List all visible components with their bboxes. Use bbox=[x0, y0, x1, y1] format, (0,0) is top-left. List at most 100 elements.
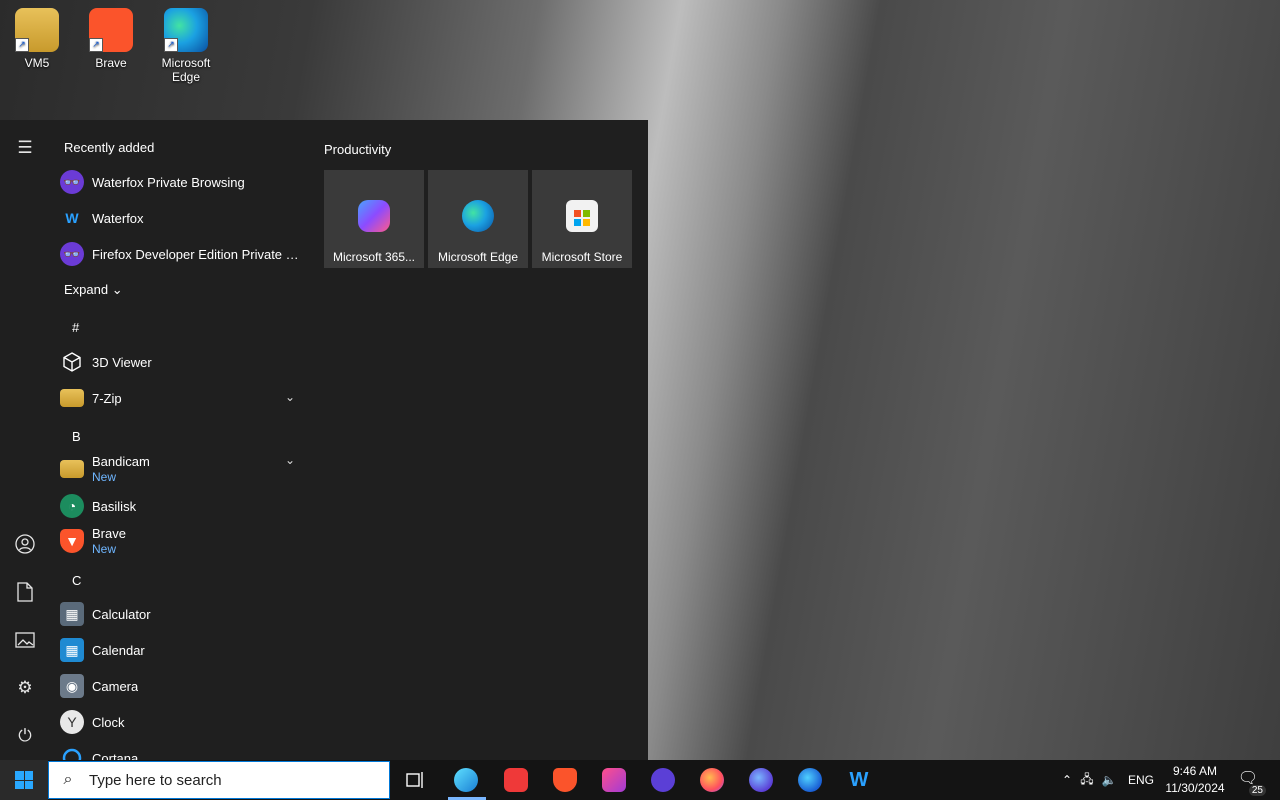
network-icon[interactable]: 🖧 bbox=[1076, 770, 1098, 791]
shortcut-arrow-icon: ↗ bbox=[89, 38, 103, 52]
list-item-calculator[interactable]: ▦ Calculator bbox=[60, 596, 305, 632]
swift-browser-icon bbox=[454, 768, 478, 792]
waterfox-icon: W bbox=[849, 769, 869, 791]
list-item-label: Brave bbox=[92, 526, 126, 541]
taskbar-search-box[interactable]: ⌕ bbox=[48, 761, 390, 799]
firefox-nightly-icon bbox=[749, 768, 773, 792]
list-item-label: Calculator bbox=[92, 606, 151, 622]
volume-icon[interactable]: 🔈 bbox=[1098, 773, 1120, 787]
camera-icon: ◉ bbox=[60, 674, 84, 698]
action-center-icon[interactable]: 🗨 25 bbox=[1236, 768, 1266, 796]
brave-icon: ▼ bbox=[60, 529, 84, 553]
desktop-icon-label: Microsoft Edge bbox=[161, 56, 211, 84]
tile-microsoft-edge[interactable]: Microsoft Edge bbox=[428, 170, 528, 268]
desktop-icon-edge[interactable]: ↗ Microsoft Edge bbox=[151, 8, 221, 84]
list-item-3d-viewer[interactable]: 3D Viewer bbox=[60, 344, 305, 380]
recently-added-heading: Recently added bbox=[64, 140, 155, 155]
tile-microsoft-365[interactable]: Microsoft 365... bbox=[324, 170, 424, 268]
new-badge: New bbox=[92, 542, 117, 556]
start-rail: ☰ ⚙ ⏻ bbox=[0, 120, 50, 760]
taskbar-app-firefox-nightly[interactable] bbox=[745, 764, 777, 796]
tile-group-title[interactable]: Productivity bbox=[324, 142, 391, 157]
letter-header-c[interactable]: C bbox=[72, 573, 81, 588]
basilisk-icon: ◔ bbox=[60, 494, 84, 518]
hamburger-menu-icon[interactable]: ☰ bbox=[13, 136, 37, 160]
firefox-developer-icon bbox=[798, 768, 822, 792]
list-item-basilisk[interactable]: ◔ Basilisk bbox=[60, 488, 305, 524]
list-item-label: 3D Viewer bbox=[92, 354, 152, 370]
task-view-icon[interactable] bbox=[400, 764, 432, 796]
firefox-icon bbox=[700, 768, 724, 792]
list-item-label: Camera bbox=[92, 678, 139, 694]
folder-icon: ↗ bbox=[15, 8, 59, 52]
calendar-icon: ▦ bbox=[60, 638, 84, 662]
desktop-icon-vm5[interactable]: ↗ VM5 bbox=[2, 8, 72, 70]
firefox-private-icon: 👓 bbox=[60, 242, 84, 266]
list-item-7zip[interactable]: 7-Zip ⌄ bbox=[60, 380, 305, 416]
list-item-label: Clock bbox=[92, 714, 125, 730]
taskbar-app-floorp[interactable] bbox=[647, 764, 679, 796]
list-item-label: Waterfox Private Browsing bbox=[92, 174, 245, 190]
taskbar-app-mail[interactable] bbox=[598, 764, 630, 796]
pictures-icon[interactable] bbox=[13, 628, 37, 652]
list-item-label: Firefox Developer Edition Private Bro... bbox=[92, 246, 305, 262]
tile-microsoft-store[interactable]: Microsoft Store bbox=[532, 170, 632, 268]
edge-icon: ↗ bbox=[164, 8, 208, 52]
list-item-waterfox[interactable]: W Waterfox bbox=[60, 200, 305, 236]
clock-time: 9:46 AM bbox=[1172, 764, 1218, 778]
desktop-icon-brave[interactable]: ↗ Brave bbox=[76, 8, 146, 70]
start-button[interactable] bbox=[0, 760, 48, 800]
shortcut-arrow-icon: ↗ bbox=[15, 38, 29, 52]
list-item-waterfox-private[interactable]: 👓 Waterfox Private Browsing bbox=[60, 164, 305, 200]
search-input[interactable] bbox=[87, 770, 381, 790]
system-tray: ⌃ 🖧 🔈 ENG bbox=[1058, 760, 1154, 800]
documents-icon[interactable] bbox=[13, 580, 37, 604]
list-item-camera[interactable]: ◉ Camera bbox=[60, 668, 305, 704]
app-list: Recently added 👓 Waterfox Private Browsi… bbox=[50, 120, 310, 760]
list-item-label: Cortana bbox=[92, 750, 139, 761]
edge-icon bbox=[462, 200, 494, 232]
brave-icon: ↗ bbox=[89, 8, 133, 52]
notification-count-badge: 25 bbox=[1248, 785, 1266, 796]
list-item-calendar[interactable]: ▦ Calendar bbox=[60, 632, 305, 668]
letter-header-hash[interactable]: # bbox=[72, 320, 79, 335]
letter-header-b[interactable]: B bbox=[72, 429, 81, 444]
power-icon[interactable]: ⏻ bbox=[13, 724, 37, 748]
desktop-icon-label: Brave bbox=[95, 56, 127, 70]
brave-icon bbox=[553, 768, 577, 792]
taskbar-app-vivaldi[interactable] bbox=[500, 764, 532, 796]
taskbar-app-waterfox[interactable]: W bbox=[843, 764, 875, 796]
envelope-icon bbox=[602, 768, 626, 792]
language-indicator[interactable]: ENG bbox=[1128, 773, 1154, 787]
taskbar-app-firefox[interactable] bbox=[696, 764, 728, 796]
list-item-label: Waterfox bbox=[92, 210, 144, 226]
settings-gear-icon[interactable]: ⚙ bbox=[13, 676, 37, 700]
list-item-text: Bandicam New bbox=[92, 454, 150, 484]
store-icon bbox=[566, 200, 598, 232]
list-item-label: 7-Zip bbox=[92, 390, 122, 406]
chevron-down-icon[interactable]: ⌄ bbox=[285, 390, 295, 404]
list-item-bandicam[interactable]: Bandicam New ⌄ bbox=[60, 451, 305, 487]
show-hidden-icons-chevron-icon[interactable]: ⌃ bbox=[1058, 773, 1076, 787]
expand-button[interactable]: Expand ⌄ bbox=[64, 282, 123, 298]
tile-label: Microsoft 365... bbox=[332, 250, 416, 264]
chevron-down-icon[interactable]: ⌄ bbox=[285, 453, 295, 467]
expand-label: Expand bbox=[64, 282, 109, 297]
floorp-icon bbox=[651, 768, 675, 792]
list-item-cortana[interactable]: Cortana bbox=[60, 740, 305, 760]
taskbar-app-firefox-dev[interactable] bbox=[794, 764, 826, 796]
taskbar-app-swift[interactable] bbox=[450, 764, 482, 796]
clock[interactable]: 9:46 AM 11/30/2024 bbox=[1160, 763, 1230, 797]
vivaldi-icon bbox=[504, 768, 528, 792]
microsoft-365-icon bbox=[358, 200, 390, 232]
list-item-clock[interactable]: Y Clock bbox=[60, 704, 305, 740]
new-badge: New bbox=[92, 470, 117, 484]
folder-icon bbox=[60, 460, 84, 478]
list-item-label: Basilisk bbox=[92, 498, 137, 514]
taskbar-app-brave[interactable] bbox=[549, 764, 581, 796]
list-item-firefox-dev-private[interactable]: 👓 Firefox Developer Edition Private Bro.… bbox=[60, 236, 305, 272]
list-item-brave[interactable]: ▼ Brave New bbox=[60, 523, 305, 559]
shortcut-arrow-icon: ↗ bbox=[164, 38, 178, 52]
user-account-icon[interactable] bbox=[13, 532, 37, 556]
cortana-icon bbox=[60, 746, 84, 760]
